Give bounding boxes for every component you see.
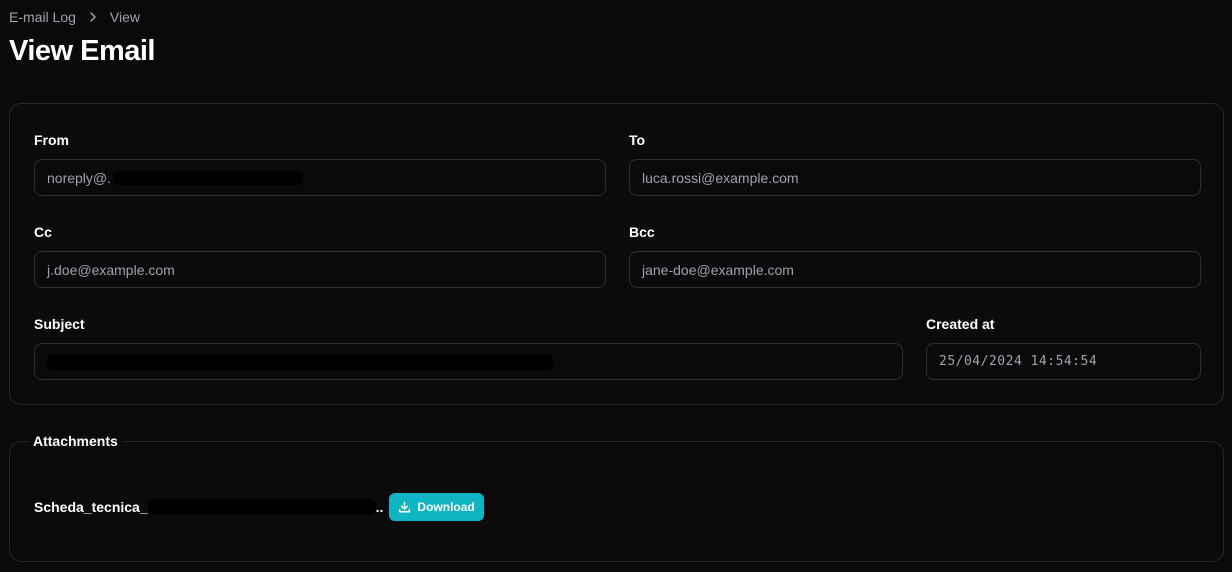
created-at-value: 25/04/2024 14:54:54 — [939, 354, 1098, 369]
created-at-field: Created at 25/04/2024 14:54:54 — [926, 316, 1201, 380]
cc-field: Cc j.doe@example.com — [34, 224, 606, 288]
to-value: luca.rossi@example.com — [642, 169, 799, 186]
bcc-field: Bcc jane-doe@example.com — [629, 224, 1201, 288]
page-title: View Email — [9, 35, 156, 67]
attachment-item: Scheda_tecnica_ .. Download — [34, 493, 484, 521]
attachment-name-ellipsis: .. — [375, 499, 384, 515]
cc-label: Cc — [34, 224, 52, 240]
to-input[interactable]: luca.rossi@example.com — [629, 159, 1201, 196]
attachments-legend: Attachments — [28, 433, 123, 449]
chevron-right-icon — [86, 10, 100, 24]
bcc-value: jane-doe@example.com — [642, 261, 794, 278]
breadcrumb-view: View — [109, 9, 141, 25]
download-button[interactable]: Download — [389, 493, 484, 521]
breadcrumb-email-log[interactable]: E-mail Log — [9, 9, 76, 25]
download-button-label: Download — [417, 500, 475, 514]
redaction-mark — [113, 170, 304, 185]
from-label: From — [34, 132, 69, 148]
email-details-card: From noreply@. To luca.rossi@example.com… — [9, 103, 1224, 405]
from-field: From noreply@. — [34, 132, 606, 196]
attachments-card: Scheda_tecnica_ .. Download — [9, 441, 1224, 562]
download-icon — [398, 501, 411, 514]
bcc-label: Bcc — [629, 224, 655, 240]
subject-field: Subject — [34, 316, 903, 380]
to-field: To luca.rossi@example.com — [629, 132, 1201, 196]
cc-value: j.doe@example.com — [47, 261, 175, 278]
cc-input[interactable]: j.doe@example.com — [34, 251, 606, 288]
from-input[interactable]: noreply@. — [34, 159, 606, 196]
to-label: To — [629, 132, 646, 148]
redaction-mark — [47, 353, 553, 370]
breadcrumb: E-mail Log View — [9, 9, 140, 25]
from-value: noreply@. — [47, 169, 112, 186]
attachment-file-name: Scheda_tecnica_ — [34, 499, 148, 515]
subject-label: Subject — [34, 316, 85, 332]
redaction-mark — [147, 499, 376, 515]
subject-input[interactable] — [34, 343, 903, 380]
email-view-page: E-mail Log View View Email From noreply@… — [0, 0, 1232, 572]
bcc-input[interactable]: jane-doe@example.com — [629, 251, 1201, 288]
created-at-label: Created at — [926, 316, 995, 332]
created-at-input[interactable]: 25/04/2024 14:54:54 — [926, 343, 1201, 380]
